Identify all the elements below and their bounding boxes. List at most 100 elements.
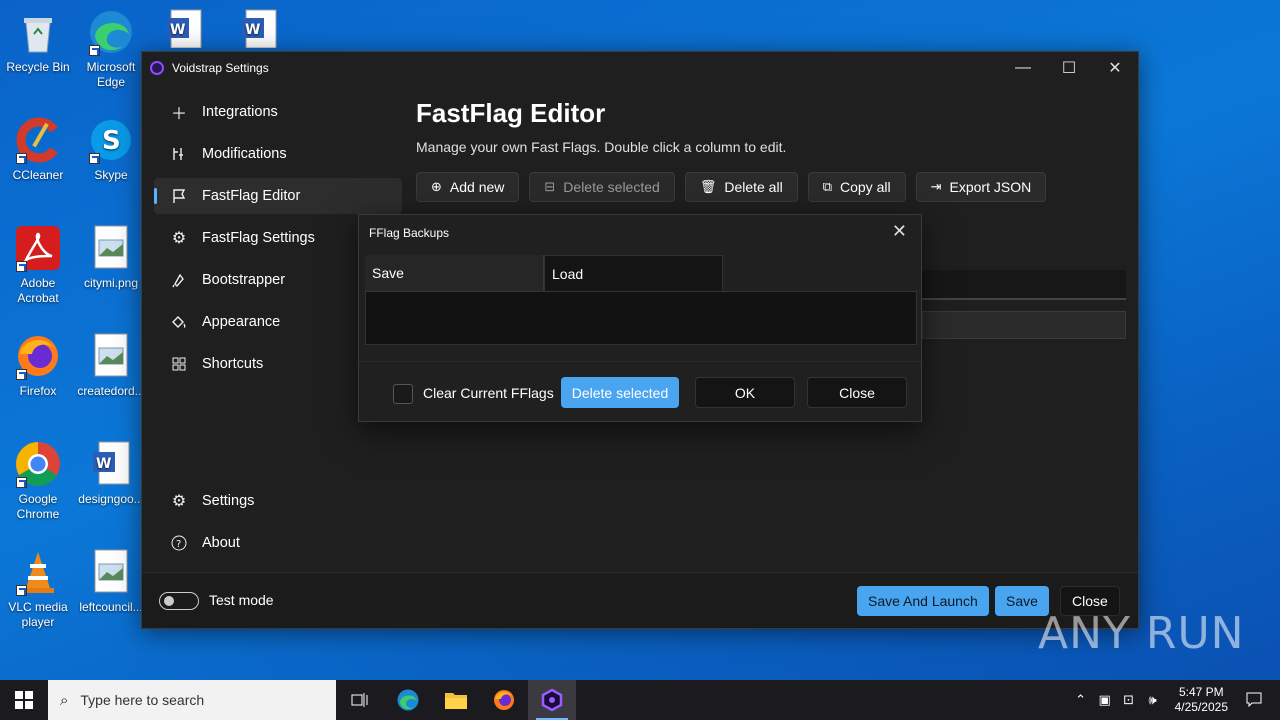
dialog-close-icon[interactable]: ✕ (892, 221, 907, 242)
test-mode-label: Test mode (209, 592, 274, 608)
delete-selected-label: Delete selected (563, 179, 660, 195)
backups-list[interactable] (365, 291, 917, 345)
image-file-icon (87, 332, 135, 380)
wrench-icon (170, 145, 188, 163)
sidebar-item-label: Settings (202, 493, 255, 509)
desktop-icon-label: Skype (94, 168, 128, 182)
tab-save[interactable]: Save (365, 255, 544, 291)
maximize-button[interactable]: ☐ (1046, 52, 1092, 84)
flag-icon (170, 187, 188, 205)
desktop-icon-label: CCleaner (12, 168, 64, 182)
export-json-label: Export JSON (949, 179, 1032, 195)
meet-now-icon[interactable]: ▣ (1093, 692, 1117, 708)
system-tray: ⌃ ▣ ⊡ 🕪 5:47 PM 4/25/2025 (1069, 680, 1280, 720)
taskbar-file-explorer[interactable] (432, 680, 480, 720)
add-new-button[interactable]: ⊕ Add new (416, 172, 520, 202)
plus-circle-icon: ⊕ (431, 179, 442, 194)
window-footer: Test mode Save And Launch Save Close (142, 572, 1138, 628)
main-content: FastFlag Editor Manage your own Fast Fla… (416, 98, 786, 155)
dialog-title: FFlag Backups (369, 226, 450, 240)
desktop-icon-label: Microsoft Edge (86, 60, 136, 89)
task-view-button[interactable] (336, 680, 384, 720)
skype-icon: S (87, 116, 135, 164)
close-window-button[interactable]: ✕ (1092, 52, 1138, 84)
desktop-icon-vlc[interactable]: VLC media player (0, 548, 76, 630)
sidebar-item-label: Shortcuts (202, 356, 264, 372)
sidebar-item-label: FastFlag Editor (202, 188, 301, 204)
dialog-ok-button[interactable]: OK (695, 377, 795, 408)
firefox-icon (494, 690, 514, 710)
dialog-close-button[interactable]: Close (807, 377, 907, 408)
paint-bucket-icon (170, 313, 188, 331)
desktop-icon-firefox[interactable]: Firefox (0, 332, 76, 399)
taskbar-voidstrap[interactable] (528, 680, 576, 720)
desktop-icon-label: designgoo... (78, 492, 144, 506)
window-controls: — ☐ ✕ (1000, 52, 1138, 84)
desktop-icon-recycle-bin[interactable]: Recycle Bin (0, 8, 76, 75)
desktop-icon-citymi[interactable]: citymi.png (73, 224, 149, 291)
taskbar-edge[interactable] (384, 680, 432, 720)
save-and-launch-button[interactable]: Save And Launch (857, 586, 989, 616)
copy-all-button[interactable]: ⧉ Copy all (807, 172, 906, 202)
sidebar-item-label: Integrations (202, 104, 278, 120)
window-title: Voidstrap Settings (172, 61, 269, 75)
edge-icon (397, 689, 419, 711)
taskbar-firefox[interactable] (480, 680, 528, 720)
flags-grid-row[interactable] (922, 311, 1126, 339)
title-bar[interactable]: Voidstrap Settings (142, 52, 1138, 84)
add-new-label: Add new (449, 179, 505, 195)
desktop-icon-skype[interactable]: S Skype (73, 116, 149, 183)
image-file-icon (87, 548, 135, 596)
start-button[interactable] (0, 680, 48, 720)
word-document-icon: W (161, 8, 209, 56)
editor-toolbar: ⊕ Add new ⊟ Delete selected 🗑 Delete all… (416, 172, 1047, 202)
desktop-icon-edge[interactable]: Microsoft Edge (73, 8, 149, 90)
notifications-icon[interactable] (1242, 691, 1266, 710)
sidebar-item-modifications[interactable]: Modifications (154, 136, 402, 172)
taskbar-search-box[interactable]: ⌕ Type here to search (48, 680, 336, 720)
dialog-footer: Clear Current FFlags Delete selected OK … (359, 361, 921, 421)
desktop-icon-leftcouncil[interactable]: leftcouncil... (73, 548, 149, 615)
windows-logo-icon (15, 691, 33, 709)
desktop-icon-chrome[interactable]: Google Chrome (0, 440, 76, 522)
delete-all-button[interactable]: 🗑 Delete all (684, 172, 798, 202)
volume-icon[interactable]: 🕪 (1141, 692, 1165, 708)
dialog-delete-selected-button[interactable]: Delete selected (561, 377, 679, 408)
sidebar-item-settings[interactable]: ⚙ Settings (154, 483, 402, 519)
delete-selection-icon: ⊟ (544, 179, 556, 194)
sidebar-item-about[interactable]: ? About (154, 525, 402, 561)
search-icon: ⌕ (60, 691, 69, 709)
desktop-icon-createdord[interactable]: createdord... (73, 332, 149, 399)
desktop-icon-designgoo[interactable]: W designgoo... (73, 440, 149, 507)
delete-selected-button[interactable]: ⊟ Delete selected (529, 172, 675, 202)
ccleaner-icon (14, 116, 62, 164)
network-icon[interactable]: ⊡ (1117, 692, 1141, 708)
sidebar-item-label: Bootstrapper (202, 272, 286, 288)
export-json-button[interactable]: ⇥ Export JSON (915, 172, 1047, 202)
sidebar-item-label: Appearance (202, 314, 281, 330)
desktop-icon-label: Adobe Acrobat (17, 276, 59, 305)
svg-text:W: W (170, 22, 185, 38)
minimize-button[interactable]: — (1000, 52, 1046, 84)
voidstrap-logo-icon (150, 61, 164, 75)
clear-fflags-checkbox[interactable] (393, 384, 413, 404)
desktop-icon-label: citymi.png (83, 276, 139, 290)
desktop-icon-ccleaner[interactable]: CCleaner (0, 116, 76, 183)
clear-fflags-label: Clear Current FFlags (423, 385, 554, 401)
sidebar-bottom: ⚙ Settings ? About (154, 483, 402, 567)
chevron-up-icon[interactable]: ⌃ (1069, 692, 1093, 708)
edge-icon (87, 8, 135, 56)
tab-load[interactable]: Load (544, 255, 723, 291)
desktop-icon-label: Firefox (19, 384, 57, 398)
desktop-icon-label: Google Chrome (16, 492, 60, 521)
sidebar-item-integrations[interactable]: ＋ Integrations (154, 94, 402, 130)
export-icon: ⇥ (930, 179, 942, 194)
word-document-icon: W (87, 440, 135, 488)
copy-icon: ⧉ (822, 179, 832, 194)
sidebar-item-fastflag-editor[interactable]: FastFlag Editor (154, 178, 402, 214)
clock[interactable]: 5:47 PM 4/25/2025 (1175, 685, 1228, 715)
copy-all-label: Copy all (840, 179, 891, 195)
task-view-icon (351, 693, 368, 707)
desktop-icon-acrobat[interactable]: Adobe Acrobat (0, 224, 76, 306)
test-mode-toggle[interactable] (159, 592, 199, 610)
